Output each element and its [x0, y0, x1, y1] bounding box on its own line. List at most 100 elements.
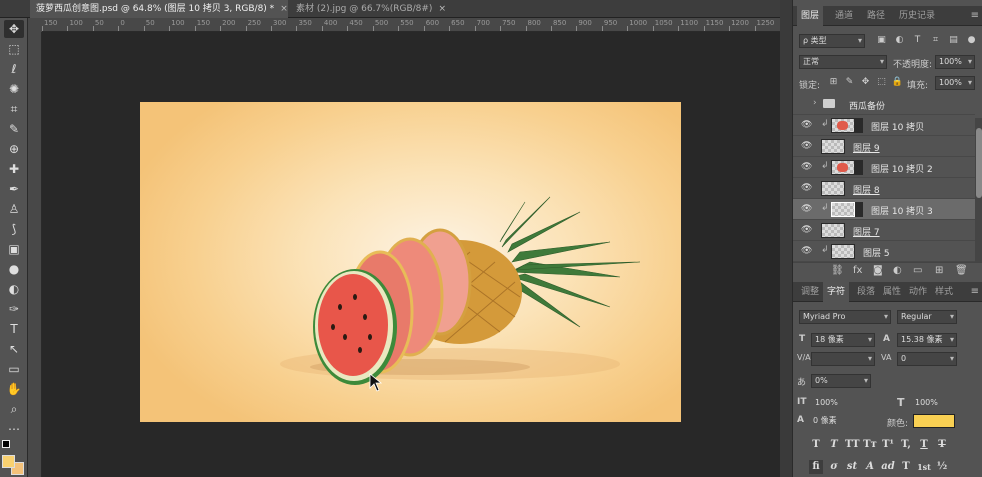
- tab-styles[interactable]: 样式: [931, 282, 957, 302]
- filter-pixel-icon[interactable]: ▣: [875, 34, 888, 47]
- tab-pineapple-watermelon-psd[interactable]: 菠萝西瓜创意图.psd @ 64.8% (图层 10 拷贝 3, RGB/8) …: [30, 0, 288, 18]
- tab-actions[interactable]: 动作: [905, 282, 931, 302]
- move-tool-icon[interactable]: ✥: [4, 20, 24, 38]
- opacity-field[interactable]: 100% ▾: [935, 55, 975, 69]
- tab-layers[interactable]: 图层: [797, 6, 824, 26]
- gradient-tool-icon[interactable]: ▣: [4, 240, 24, 258]
- clone-stamp-tool-icon[interactable]: ✒: [4, 180, 24, 198]
- lasso-tool-icon[interactable]: ℓ: [4, 60, 24, 78]
- layer-row[interactable]: 👁 ↲ 图层 10 拷贝: [793, 115, 975, 136]
- lock-position-icon[interactable]: ✥: [859, 76, 872, 89]
- hand-tool-icon[interactable]: ✋: [4, 380, 24, 398]
- swash-button[interactable]: A: [863, 460, 877, 474]
- tab-channels[interactable]: 通道: [831, 6, 857, 26]
- kerning-field[interactable]: ▾: [811, 352, 875, 366]
- eye-icon[interactable]: 👁: [801, 225, 812, 235]
- default-colors-icon[interactable]: [2, 440, 10, 448]
- strikethrough-button[interactable]: T: [935, 438, 949, 452]
- tab-character[interactable]: 字符: [823, 282, 850, 302]
- text-color-swatch[interactable]: [913, 414, 955, 428]
- filter-type-icon[interactable]: T: [911, 34, 924, 47]
- horizontal-scale-field[interactable]: 100%: [911, 396, 961, 410]
- ruler-origin[interactable]: [28, 18, 42, 32]
- layers-scrollbar[interactable]: [975, 118, 982, 262]
- eraser-tool-icon[interactable]: ⟆: [4, 220, 24, 238]
- layer-row[interactable]: 👁 图层 9: [793, 136, 975, 157]
- lock-artboard-icon[interactable]: ⬚: [875, 76, 888, 89]
- eye-icon[interactable]: 👁: [801, 246, 812, 256]
- tab-properties[interactable]: 属性: [879, 282, 905, 302]
- vertical-scale-field[interactable]: 100%: [811, 396, 875, 410]
- filter-shape-icon[interactable]: ⌗: [929, 34, 942, 47]
- new-group-icon[interactable]: ▭: [913, 265, 922, 276]
- panel-menu-icon[interactable]: ≡: [971, 10, 979, 21]
- canvas-area[interactable]: [42, 32, 780, 477]
- layer-row[interactable]: 👁 图层 7: [793, 220, 975, 241]
- layer-row[interactable]: 👁 图层 8: [793, 178, 975, 199]
- chevron-right-icon[interactable]: ›: [813, 98, 817, 108]
- tsume-field[interactable]: 0% ▾: [811, 374, 871, 388]
- ligatures-button[interactable]: fi: [809, 460, 823, 474]
- link-layers-icon[interactable]: ⛓: [831, 265, 844, 276]
- all-caps-button[interactable]: TT: [845, 438, 860, 452]
- document-canvas[interactable]: [140, 102, 681, 422]
- layer-row[interactable]: › 西瓜备份: [793, 94, 975, 115]
- tab-history[interactable]: 历史记录: [895, 6, 939, 26]
- lock-all-icon[interactable]: 🔒: [891, 76, 904, 89]
- adjustment-layer-icon[interactable]: ◐: [893, 265, 902, 276]
- font-family-select[interactable]: Myriad Pro ▾: [799, 310, 891, 324]
- horizontal-ruler[interactable]: 150 100 50 0 50 100 150 200 250 300 350 400 450 500 55…: [42, 18, 780, 32]
- filter-kind-select[interactable]: ρ 类型 ▾: [799, 34, 865, 48]
- lock-pixels-icon[interactable]: ✎: [843, 76, 856, 89]
- faux-italic-button[interactable]: T: [827, 438, 841, 452]
- type-tool-icon[interactable]: T: [4, 320, 24, 338]
- blend-mode-select[interactable]: 正常 ▾: [799, 55, 887, 69]
- lock-transparent-icon[interactable]: ⊞: [827, 76, 840, 89]
- faux-bold-button[interactable]: T: [809, 438, 823, 452]
- healing-brush-tool-icon[interactable]: ⊕: [4, 140, 24, 158]
- fractions-button[interactable]: ½: [935, 460, 949, 474]
- pen-tool-icon[interactable]: ✑: [4, 300, 24, 318]
- filter-adjustment-icon[interactable]: ◐: [893, 34, 906, 47]
- marquee-tool-icon[interactable]: ⬚: [4, 40, 24, 58]
- eye-icon[interactable]: 👁: [801, 141, 812, 151]
- panel-menu-icon[interactable]: ≡: [971, 286, 979, 297]
- filter-toggle-icon[interactable]: ●: [965, 34, 978, 47]
- old-style-button[interactable]: σ: [827, 460, 841, 474]
- new-layer-icon[interactable]: ⊞: [935, 265, 943, 276]
- layer-row[interactable]: 👁 ↲ 图层 10 拷贝 2: [793, 157, 975, 178]
- stylistic-alternates-button[interactable]: ad: [881, 460, 895, 474]
- fill-field[interactable]: 100% ▾: [935, 76, 975, 90]
- eyedropper-tool-icon[interactable]: ✎: [4, 120, 24, 138]
- underline-button[interactable]: T: [917, 438, 931, 452]
- tab-material-jpg[interactable]: 素材 (2).jpg @ 66.7%(RGB/8#) ×: [290, 0, 446, 18]
- small-caps-button[interactable]: Tт: [863, 438, 877, 452]
- path-select-tool-icon[interactable]: ↖: [4, 340, 24, 358]
- font-size-field[interactable]: 18 像素 ▾: [811, 333, 875, 347]
- eye-icon[interactable]: 👁: [801, 204, 812, 214]
- quick-select-tool-icon[interactable]: ✺: [4, 80, 24, 98]
- superscript-button[interactable]: T¹: [881, 438, 895, 452]
- close-icon[interactable]: ×: [280, 4, 288, 14]
- leading-field[interactable]: 15.38 像素 ▾: [897, 333, 957, 347]
- add-mask-icon[interactable]: ◙: [873, 265, 883, 276]
- font-style-select[interactable]: Regular ▾: [897, 310, 957, 324]
- filter-smart-object-icon[interactable]: ▤: [947, 34, 960, 47]
- tab-paragraph[interactable]: 段落: [853, 282, 879, 302]
- tab-paths[interactable]: 路径: [863, 6, 889, 26]
- foreground-color-swatch[interactable]: [2, 455, 15, 468]
- layer-row-selected[interactable]: 👁 ↲ 图层 10 拷贝 3: [793, 199, 975, 220]
- blur-tool-icon[interactable]: ●: [4, 260, 24, 278]
- brush-tool-icon[interactable]: ✚: [4, 160, 24, 178]
- tracking-field[interactable]: 0 ▾: [897, 352, 957, 366]
- history-brush-tool-icon[interactable]: ♙: [4, 200, 24, 218]
- eye-icon[interactable]: 👁: [801, 162, 812, 172]
- scrollbar-thumb[interactable]: [976, 128, 982, 198]
- shape-tool-icon[interactable]: ▭: [4, 360, 24, 378]
- more-tools-icon[interactable]: ⋯: [4, 420, 24, 438]
- eye-icon[interactable]: 👁: [801, 183, 812, 193]
- trash-icon[interactable]: 🗑: [955, 265, 968, 276]
- vertical-ruler[interactable]: [28, 32, 42, 477]
- zoom-tool-icon[interactable]: ⌕: [4, 400, 24, 418]
- eye-icon[interactable]: 👁: [801, 120, 812, 130]
